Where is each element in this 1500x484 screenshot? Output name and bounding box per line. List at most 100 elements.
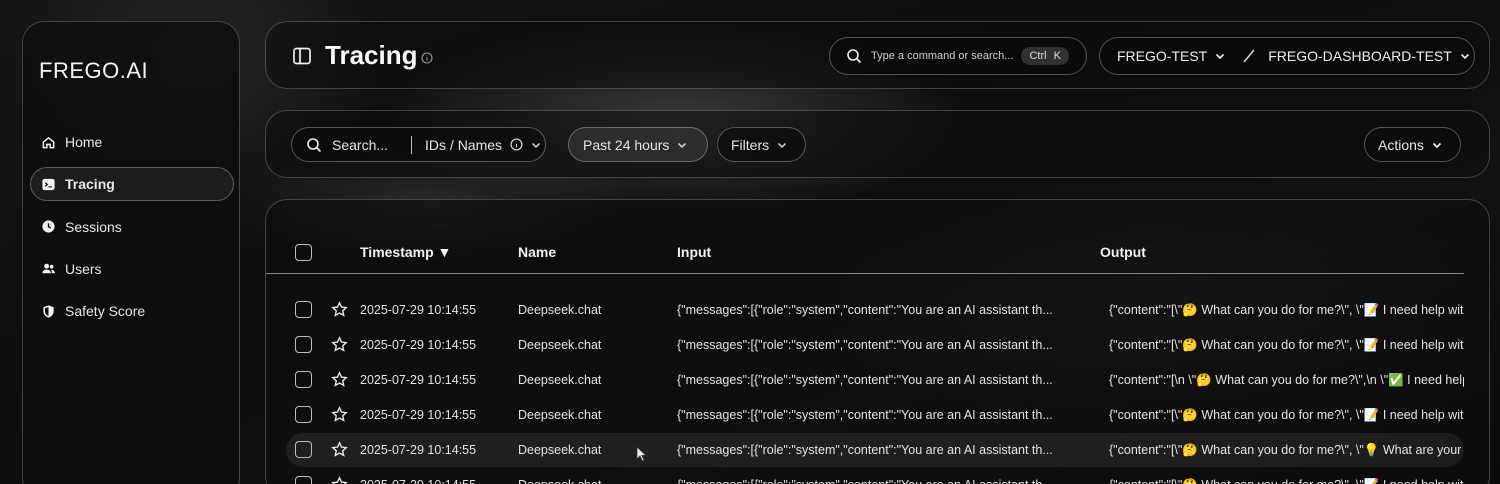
- column-output[interactable]: Output: [1100, 244, 1146, 260]
- row-checkbox[interactable]: [295, 336, 312, 353]
- keyboard-shortcut: Ctrl K: [1021, 47, 1069, 65]
- info-icon[interactable]: [510, 138, 523, 151]
- sidebar-toggle-icon[interactable]: [292, 46, 312, 66]
- info-icon[interactable]: [421, 52, 433, 64]
- row-checkbox[interactable]: [295, 476, 312, 484]
- table-row[interactable]: 2025-07-29 10:14:55 Deepseek.chat {"messag…: [286, 328, 1464, 362]
- slash-separator-icon: [1243, 49, 1255, 63]
- cell-output: {"content":"[\"🤔 What can you do for me?…: [1109, 408, 1464, 422]
- row-checkbox[interactable]: [295, 406, 312, 423]
- trace-search[interactable]: Search... IDs / Names: [291, 127, 546, 162]
- select-all-checkbox[interactable]: [295, 244, 312, 261]
- sidebar-item-label: Users: [65, 260, 102, 277]
- chevron-down-icon[interactable]: [530, 139, 542, 151]
- cell-name: Deepseek.chat: [518, 338, 602, 352]
- star-icon[interactable]: [331, 406, 348, 423]
- sidebar-item-label: Sessions: [65, 218, 122, 235]
- chevron-down-icon[interactable]: [1459, 50, 1471, 62]
- actions-dropdown[interactable]: Actions: [1364, 127, 1461, 162]
- star-icon[interactable]: [331, 476, 348, 484]
- chevron-down-icon[interactable]: [1214, 50, 1226, 62]
- table-row[interactable]: 2025-07-29 10:14:55Deepseek.chat{"messag…: [286, 433, 1464, 467]
- row-checkbox[interactable]: [295, 441, 312, 458]
- chevron-down-icon: [1432, 142, 1442, 148]
- cell-input: {"messages":[{"role":"system","content":…: [677, 338, 1053, 352]
- org-selector[interactable]: FREGO-TEST: [1117, 48, 1207, 64]
- search-icon: [307, 137, 322, 152]
- cell-output: {"content":"[\"🤔 What can you do for me?…: [1109, 303, 1464, 317]
- sidebar: FREGO.AI Home Tracing Sessions Users Saf…: [22, 21, 240, 484]
- star-icon[interactable]: [331, 301, 348, 318]
- filter-bar: Search... IDs / Names Past 24 hours Filt…: [265, 110, 1490, 178]
- cell-output: {"content":"[\"🤔 What can you do for me?…: [1109, 338, 1464, 352]
- search-input[interactable]: Search...: [332, 137, 388, 153]
- project-selector[interactable]: FREGO-DASHBOARD-TEST: [1268, 48, 1452, 64]
- divider: [411, 135, 413, 154]
- shortcut-key: K: [1053, 50, 1061, 62]
- cell-name: Deepseek.chat: [518, 303, 602, 317]
- cell-timestamp: 2025-07-29 10:14:55: [360, 408, 477, 422]
- sidebar-item-label: Safety Score: [65, 303, 146, 320]
- table-row[interactable]: 2025-07-29 10:14:55 Deepseek.chat {"messag…: [286, 468, 1464, 484]
- sidebar-item-safety-score[interactable]: Safety Score: [30, 294, 234, 328]
- cell-output: {"content":"[\"🤔 What can you do for me?…: [1109, 478, 1464, 484]
- table-header: Timestamp ▼ Name Input Output: [266, 200, 1464, 274]
- cell-timestamp: 2025-07-29 10:14:55: [360, 443, 477, 457]
- time-range-label: Past 24 hours: [583, 136, 670, 153]
- cell-name: Deepseek.chat: [518, 478, 658, 484]
- table-row[interactable]: 2025-07-29 10:14:55 Deepseek.chat {"messag…: [286, 363, 1464, 397]
- row-checkbox[interactable]: [295, 371, 312, 388]
- star-icon[interactable]: [331, 336, 348, 353]
- top-header: Tracing Type a command or search... Ctrl…: [265, 21, 1490, 89]
- project-switcher: FREGO-TEST FREGO-DASHBOARD-TEST: [1099, 37, 1475, 75]
- home-icon: [40, 134, 56, 150]
- cell-input: {"messages":[{"role":"system","content":…: [677, 303, 1053, 317]
- cell-input: {"messages":[{"role":"system","content":…: [677, 478, 1077, 484]
- star-icon[interactable]: [331, 371, 348, 388]
- chevron-down-icon: [678, 142, 687, 148]
- chevron-down-icon: [778, 142, 787, 148]
- command-placeholder: Type a command or search...: [871, 50, 1014, 62]
- cell-input: {"messages":[{"role":"system","content":…: [677, 408, 1053, 422]
- column-name[interactable]: Name: [518, 244, 556, 260]
- cell-output: {"content":"[\"🤔 What can you do for me?…: [1109, 443, 1464, 457]
- clock-icon: [40, 219, 56, 235]
- sidebar-item-home[interactable]: Home: [30, 125, 234, 159]
- column-input[interactable]: Input: [677, 244, 711, 260]
- users-icon: [40, 261, 56, 277]
- sidebar-item-users[interactable]: Users: [30, 252, 234, 286]
- table-row[interactable]: 2025-07-29 10:14:55 Deepseek.chat {"messag…: [286, 398, 1464, 432]
- cell-input: {"messages":[{"role":"system","content":…: [677, 373, 1053, 387]
- sidebar-item-tracing[interactable]: Tracing: [30, 167, 234, 202]
- shield-icon: [40, 303, 56, 319]
- cell-timestamp: 2025-07-29 10:14:55: [360, 373, 477, 387]
- row-checkbox[interactable]: [295, 301, 312, 318]
- cell-name: Deepseek.chat: [518, 373, 602, 387]
- sidebar-item-label: Tracing: [65, 176, 115, 193]
- cell-timestamp: 2025-07-29 10:14:55: [360, 478, 510, 484]
- star-icon[interactable]: [331, 441, 348, 458]
- sidebar-nav: Home Tracing Sessions Users Safety Score: [30, 125, 234, 336]
- search-icon: [847, 49, 862, 64]
- sidebar-item-label: Home: [65, 134, 103, 150]
- terminal-icon: [40, 176, 56, 192]
- cell-name: Deepseek.chat: [518, 408, 602, 422]
- cell-input: {"messages":[{"role":"system","content":…: [677, 443, 1053, 457]
- column-timestamp[interactable]: Timestamp ▼: [360, 244, 451, 260]
- sidebar-item-sessions[interactable]: Sessions: [30, 210, 234, 244]
- search-scope-selector[interactable]: IDs / Names: [425, 137, 502, 153]
- command-search[interactable]: Type a command or search... Ctrl K: [829, 37, 1087, 75]
- traces-table: Timestamp ▼ Name Input Output 2025-07-29…: [265, 199, 1490, 484]
- table-row[interactable]: 2025-07-29 10:14:55 Deepseek.chat {"messag…: [286, 293, 1464, 327]
- cell-timestamp: 2025-07-29 10:14:55: [360, 303, 477, 317]
- filters-label: Filters: [731, 136, 770, 153]
- actions-label: Actions: [1378, 136, 1424, 153]
- time-range-dropdown[interactable]: Past 24 hours: [568, 127, 708, 162]
- cell-timestamp: 2025-07-29 10:14:55: [360, 338, 477, 352]
- mouse-cursor-icon: [636, 446, 648, 462]
- brand-logo: FREGO.AI: [39, 58, 149, 83]
- shortcut-mod: Ctrl: [1029, 50, 1047, 62]
- page-title: Tracing: [325, 40, 418, 70]
- cell-output: {"content":"[\n \"🤔 What can you do for …: [1109, 373, 1464, 387]
- filters-dropdown[interactable]: Filters: [717, 127, 806, 162]
